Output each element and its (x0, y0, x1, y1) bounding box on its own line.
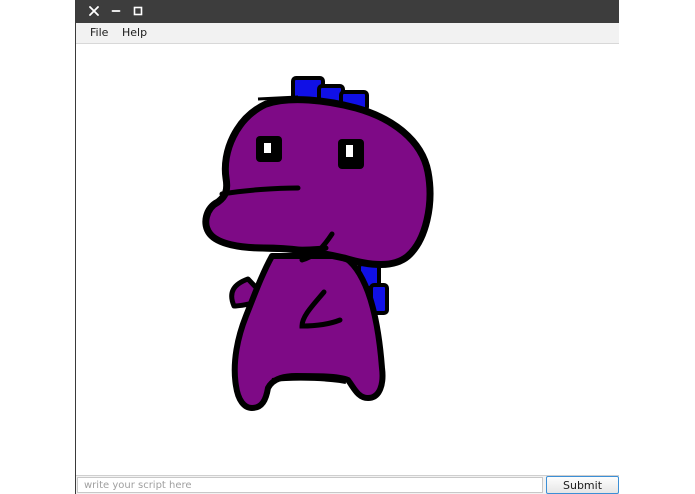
purple-dinosaur-drawing (202, 76, 434, 411)
title-bar[interactable] (76, 0, 619, 23)
script-bar: Submit (76, 475, 619, 494)
body (231, 253, 386, 411)
menu-file[interactable]: File (88, 26, 110, 39)
menu-help[interactable]: Help (120, 26, 149, 39)
maximize-icon[interactable] (131, 4, 145, 18)
menu-bar: File Help (76, 23, 619, 44)
chin-line (245, 245, 329, 252)
close-icon[interactable] (87, 4, 101, 18)
leg-gap (271, 376, 347, 384)
minimize-icon[interactable] (109, 4, 123, 18)
submit-button[interactable]: Submit (546, 476, 619, 494)
script-input[interactable] (77, 477, 543, 493)
head (202, 96, 434, 268)
app-window: File Help write your script here Submit (75, 0, 619, 494)
drawing-canvas[interactable] (76, 44, 619, 475)
